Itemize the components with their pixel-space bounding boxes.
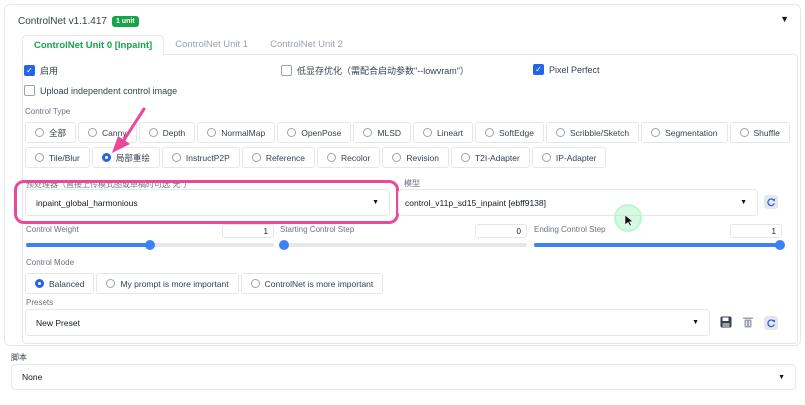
radio-icon xyxy=(287,128,297,137)
radio-icon xyxy=(35,153,44,162)
radio-icon xyxy=(35,128,44,137)
control-mode-controlnet[interactable]: ControlNet is more important xyxy=(240,273,384,294)
slider-thumb[interactable] xyxy=(145,240,155,250)
model-select[interactable]: control_v11p_sd15_inpaint [ebff9138] ▼ xyxy=(398,189,758,216)
control-type-option[interactable]: NormalMap xyxy=(197,122,276,143)
radio-icon xyxy=(460,153,470,162)
control-type-option[interactable]: Scribble/Sketch xyxy=(546,122,640,143)
control-mode-balanced[interactable]: Balanced xyxy=(25,273,95,294)
ending-step-slider[interactable] xyxy=(534,240,785,250)
control-type-option[interactable]: Segmentation xyxy=(641,122,728,143)
upload-independent-checkbox[interactable]: Upload independent control image xyxy=(24,85,177,96)
unit-count-badge: 1 unit xyxy=(111,16,139,27)
controlnet-panel: ControlNet v1.1.417 1 unit ▼ ControlNet … xyxy=(4,4,801,346)
enable-label: 启用 xyxy=(40,66,59,76)
radio-icon xyxy=(250,279,260,288)
control-weight-input[interactable]: 1 xyxy=(222,224,274,238)
refresh-icon xyxy=(767,198,776,207)
control-type-option[interactable]: InstructP2P xyxy=(161,147,240,168)
delete-preset-button[interactable] xyxy=(741,315,755,329)
control-type-option[interactable]: Lineart xyxy=(413,122,474,143)
control-type-option[interactable]: 全部 xyxy=(25,122,77,143)
unit-tabs: ControlNet Unit 0 [Inpaint] ControlNet U… xyxy=(22,35,354,55)
starting-step-label: Starting Control Step xyxy=(280,225,355,234)
slider-thumb[interactable] xyxy=(775,240,785,250)
script-label: 脚本 xyxy=(11,353,27,362)
control-type-option[interactable]: SoftEdge xyxy=(475,122,544,143)
control-type-option[interactable]: Shuffle xyxy=(729,122,790,143)
annotation-arrow-icon xyxy=(112,107,146,153)
dropdown-caret-icon: ▼ xyxy=(372,199,379,206)
radio-icon xyxy=(363,128,373,137)
control-type-option[interactable]: OpenPose xyxy=(277,122,352,143)
slider-fill xyxy=(26,243,150,247)
collapse-triangle-icon[interactable]: ▼ xyxy=(780,14,789,24)
preprocessor-select[interactable]: inpaint_global_harmonious ▼ xyxy=(25,189,390,216)
check-icon: ✓ xyxy=(533,64,544,75)
ending-step-input[interactable]: 1 xyxy=(730,224,782,238)
control-weight-label: Control Weight xyxy=(26,225,79,234)
control-type-option[interactable]: Reference xyxy=(241,147,316,168)
checkbox-empty-icon xyxy=(24,85,35,96)
mouse-cursor-icon xyxy=(625,215,633,227)
radio-icon xyxy=(739,128,749,137)
presets-label: Presets xyxy=(26,298,54,307)
refresh-models-button[interactable] xyxy=(764,195,778,209)
refresh-icon xyxy=(767,319,776,328)
starting-step-input[interactable]: 0 xyxy=(475,224,527,238)
radio-icon xyxy=(207,128,217,137)
radio-icon xyxy=(327,153,337,162)
radio-icon xyxy=(423,128,433,137)
dropdown-caret-icon: ▼ xyxy=(692,319,699,326)
radio-icon xyxy=(392,153,402,162)
radio-icon xyxy=(251,153,261,162)
pixel-perfect-checkbox[interactable]: ✓ Pixel Perfect xyxy=(533,64,600,75)
control-type-option[interactable]: T2I-Adapter xyxy=(450,147,530,168)
pixel-perfect-label: Pixel Perfect xyxy=(549,64,600,75)
radio-icon xyxy=(541,153,551,162)
radio-icon xyxy=(556,128,565,137)
slider-fill xyxy=(534,243,782,247)
refresh-presets-button[interactable] xyxy=(764,316,778,330)
radio-selected-icon xyxy=(35,279,44,288)
ending-step-label: Ending Control Step xyxy=(534,225,606,234)
lowvram-label: 低显存优化（需配合启动参数"--lowvram"） xyxy=(297,66,469,76)
save-preset-button[interactable] xyxy=(719,315,733,329)
control-type-label: Control Type xyxy=(25,107,71,116)
radio-icon xyxy=(88,128,98,137)
controlnet-title: ControlNet v1.1.417 xyxy=(18,16,107,27)
script-select[interactable]: None ▼ xyxy=(11,364,796,390)
radio-icon xyxy=(651,128,661,137)
dropdown-caret-icon: ▼ xyxy=(778,374,785,381)
save-floppy-icon xyxy=(720,316,732,328)
control-type-option[interactable]: Tile/Blur xyxy=(25,147,90,168)
check-icon: ✓ xyxy=(24,65,35,76)
control-weight-slider[interactable] xyxy=(26,240,274,250)
control-mode-label: Control Mode xyxy=(26,258,75,267)
radio-icon xyxy=(485,128,495,137)
slider-thumb[interactable] xyxy=(279,240,289,250)
checkbox-empty-icon xyxy=(281,65,292,76)
radio-icon xyxy=(171,153,181,162)
control-mode-options: Balanced My prompt is more important Con… xyxy=(25,273,385,294)
model-label: 模型 xyxy=(404,179,420,188)
tab-unit-0[interactable]: ControlNet Unit 0 [Inpaint] xyxy=(22,35,165,55)
enable-checkbox[interactable]: ✓ 启用 xyxy=(24,64,58,77)
control-type-option[interactable]: Revision xyxy=(382,147,449,168)
dropdown-caret-icon: ▼ xyxy=(740,199,747,206)
trash-icon xyxy=(743,317,753,328)
lowvram-checkbox[interactable]: 低显存优化（需配合启动参数"--lowvram"） xyxy=(281,64,469,77)
upload-label: Upload independent control image xyxy=(40,85,178,96)
controlnet-header[interactable]: ControlNet v1.1.417 1 unit xyxy=(18,16,139,27)
control-type-option[interactable]: IP-Adapter xyxy=(531,147,607,168)
presets-select[interactable]: New Preset ▼ xyxy=(25,309,710,336)
control-mode-prompt[interactable]: My prompt is more important xyxy=(96,273,239,294)
control-type-option[interactable]: Recolor xyxy=(317,147,381,168)
starting-step-slider[interactable] xyxy=(279,240,527,250)
control-type-option[interactable]: MLSD xyxy=(353,122,412,143)
tab-unit-1[interactable]: ControlNet Unit 1 xyxy=(164,35,259,55)
radio-icon xyxy=(106,279,116,288)
tab-unit-2[interactable]: ControlNet Unit 2 xyxy=(259,35,354,55)
